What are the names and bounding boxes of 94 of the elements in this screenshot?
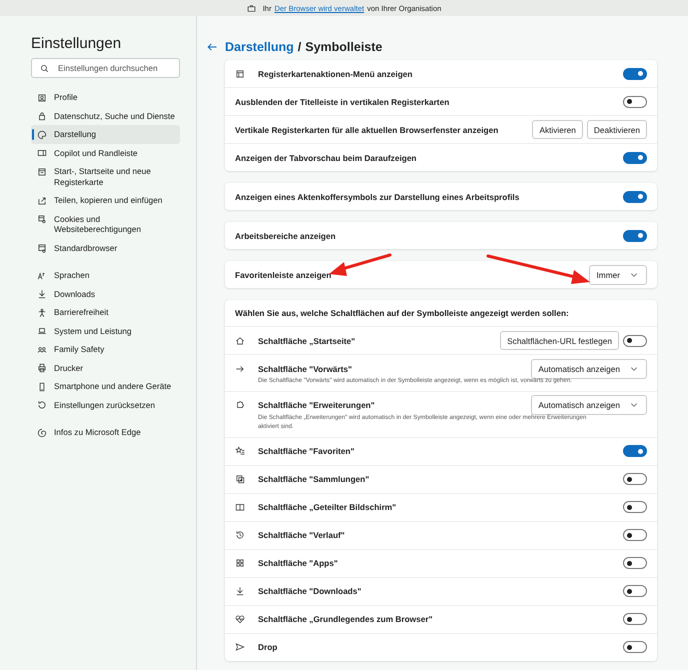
- setting-label: Favoritenleiste anzeigen: [235, 270, 332, 280]
- search-field[interactable]: Einstellungen durchsuchen: [31, 58, 180, 78]
- chevron-down-icon: [630, 272, 638, 278]
- lock-icon: [37, 111, 47, 121]
- download-icon: [37, 289, 47, 299]
- puzzle-icon: [235, 400, 245, 410]
- toggle-switch[interactable]: [623, 473, 647, 485]
- sidebar-item[interactable]: Barrierefreiheit: [31, 303, 180, 322]
- download-icon: [235, 586, 245, 596]
- toggle-switch[interactable]: [623, 230, 647, 242]
- toggle-switch[interactable]: [623, 585, 647, 597]
- toggle-switch[interactable]: [623, 501, 647, 513]
- section-heading: Wählen Sie aus, welche Schaltflächen auf der Symbolleiste angezeigt werden sollen:: [225, 300, 657, 327]
- setting-label: Schaltfläche „Startseite": [258, 336, 356, 346]
- printer-icon: [37, 363, 47, 373]
- dropdown[interactable]: Immer: [589, 264, 647, 284]
- sidebar-item[interactable]: Standardbrowser: [31, 238, 180, 257]
- action-button[interactable]: Deaktivieren: [586, 120, 647, 139]
- setting-label: Schaltfläche "Sammlungen": [258, 474, 370, 484]
- setting-label: Registerkartenaktionen-Menü anzeigen: [258, 68, 412, 78]
- setting-label: Schaltfläche "Apps": [258, 558, 338, 568]
- annotation-arrow: [329, 254, 392, 276]
- sidebar-item[interactable]: Family Safety: [31, 340, 180, 358]
- toggle-switch[interactable]: [623, 557, 647, 569]
- sidebar-item[interactable]: Datenschutz, Suche und Dienste: [31, 106, 180, 125]
- toggle-switch[interactable]: [623, 96, 647, 108]
- dropdown[interactable]: Automatisch anzeigen: [531, 358, 647, 378]
- send-icon: [235, 642, 245, 652]
- toggle-switch[interactable]: [623, 445, 647, 457]
- reset-icon: [37, 400, 47, 410]
- phone-icon: [37, 382, 47, 392]
- breadcrumb-link[interactable]: Darstellung: [225, 40, 294, 54]
- sidebar-item[interactable]: Smartphone und andere Geräte: [31, 377, 180, 396]
- palette-icon: [37, 130, 47, 140]
- sidebar-item[interactable]: System und Leistung: [31, 322, 180, 340]
- profile-icon: [37, 92, 47, 102]
- search-icon: [40, 64, 49, 72]
- apps-icon: [235, 558, 245, 568]
- home-icon: [235, 336, 245, 346]
- breadcrumb-separator: /: [298, 40, 302, 54]
- setting-label: Anzeigen eines Aktenkoffersymbols zur Darstellung eines Arbeitsprofils: [235, 192, 520, 202]
- setting-label: Schaltfläche „Geteilter Bildschirm": [258, 502, 396, 512]
- toggle-switch[interactable]: [623, 152, 647, 164]
- toggle-switch[interactable]: [623, 190, 647, 202]
- sidebar-item[interactable]: Infos zu Microsoft Edge: [31, 423, 180, 442]
- history-icon: [235, 530, 245, 540]
- browser-icon: [37, 243, 47, 253]
- sidebar-item[interactable]: Sprachen: [31, 266, 180, 284]
- setting-label: Arbeitsbereiche anzeigen: [235, 230, 336, 240]
- toggle-switch[interactable]: [623, 613, 647, 625]
- dropdown[interactable]: Automatisch anzeigen: [531, 395, 647, 415]
- forward-arrow-icon: [235, 364, 245, 374]
- toggle-switch[interactable]: [623, 334, 647, 346]
- setting-label: Drop: [258, 642, 278, 652]
- chevron-down-icon: [630, 402, 638, 408]
- setting-label: Schaltfläche "Favoriten": [258, 446, 354, 456]
- sidebar-item[interactable]: Downloads: [31, 284, 180, 303]
- star-list-icon: [235, 446, 245, 456]
- setting-label: Ausblenden der Titelleiste in vertikalen Registerkarten: [235, 96, 450, 106]
- laptop-icon: [37, 326, 47, 336]
- setting-label: Schaltfläche „Grundlegendes zum Browser": [258, 614, 433, 624]
- toggle-switch[interactable]: [623, 529, 647, 541]
- action-button[interactable]: Aktivieren: [532, 120, 583, 139]
- settings-title: Einstellungen: [31, 35, 122, 54]
- window-icon: [235, 68, 245, 78]
- setting-label: Anzeigen der Tabvorschau beim Daraufzeigen: [235, 152, 416, 162]
- setting-label: Schaltfläche "Downloads": [258, 586, 362, 596]
- setting-label: Vertikale Registerkarten für alle aktuellen Browserfenster anzeigen: [235, 124, 498, 134]
- accessibility-icon: [37, 308, 47, 318]
- set-url-button[interactable]: Schaltflächen-URL festlegen: [500, 331, 619, 350]
- split-screen-icon: [235, 502, 245, 512]
- setting-label: Schaltfläche "Vorwärts": [258, 364, 352, 374]
- sidebar-item[interactable]: Einstellungen zurücksetzen: [31, 396, 180, 414]
- sidebar-item[interactable]: Teilen, kopieren und einfügen: [31, 191, 180, 210]
- sidebar-icon: [37, 148, 47, 158]
- sidebar-item[interactable]: Cookies und Websiteberechtigungen: [31, 210, 180, 238]
- briefcase-icon: [246, 4, 256, 12]
- setting-label: Schaltfläche "Erweiterungen": [258, 400, 375, 410]
- heart-pulse-icon: [235, 614, 245, 624]
- family-icon: [37, 344, 47, 354]
- setting-label: Schaltfläche "Verlauf": [258, 530, 345, 540]
- back-arrow-icon[interactable]: [206, 41, 218, 53]
- toggle-switch[interactable]: [623, 68, 647, 80]
- collections-icon: [235, 474, 245, 484]
- share-icon: [37, 196, 47, 206]
- sidebar-item[interactable]: Copilot und Randleiste: [31, 144, 180, 162]
- sidebar-item[interactable]: Drucker: [31, 358, 180, 377]
- page-title: Symbolleiste: [305, 40, 382, 54]
- chevron-down-icon: [630, 366, 638, 372]
- sidebar-item[interactable]: Start-, Startseite und neue Registerkarte: [31, 162, 180, 191]
- language-icon: [37, 270, 47, 280]
- sidebar-item[interactable]: Darstellung: [31, 125, 180, 144]
- toggle-switch[interactable]: [623, 641, 647, 653]
- sidebar-item[interactable]: Profile: [31, 88, 180, 106]
